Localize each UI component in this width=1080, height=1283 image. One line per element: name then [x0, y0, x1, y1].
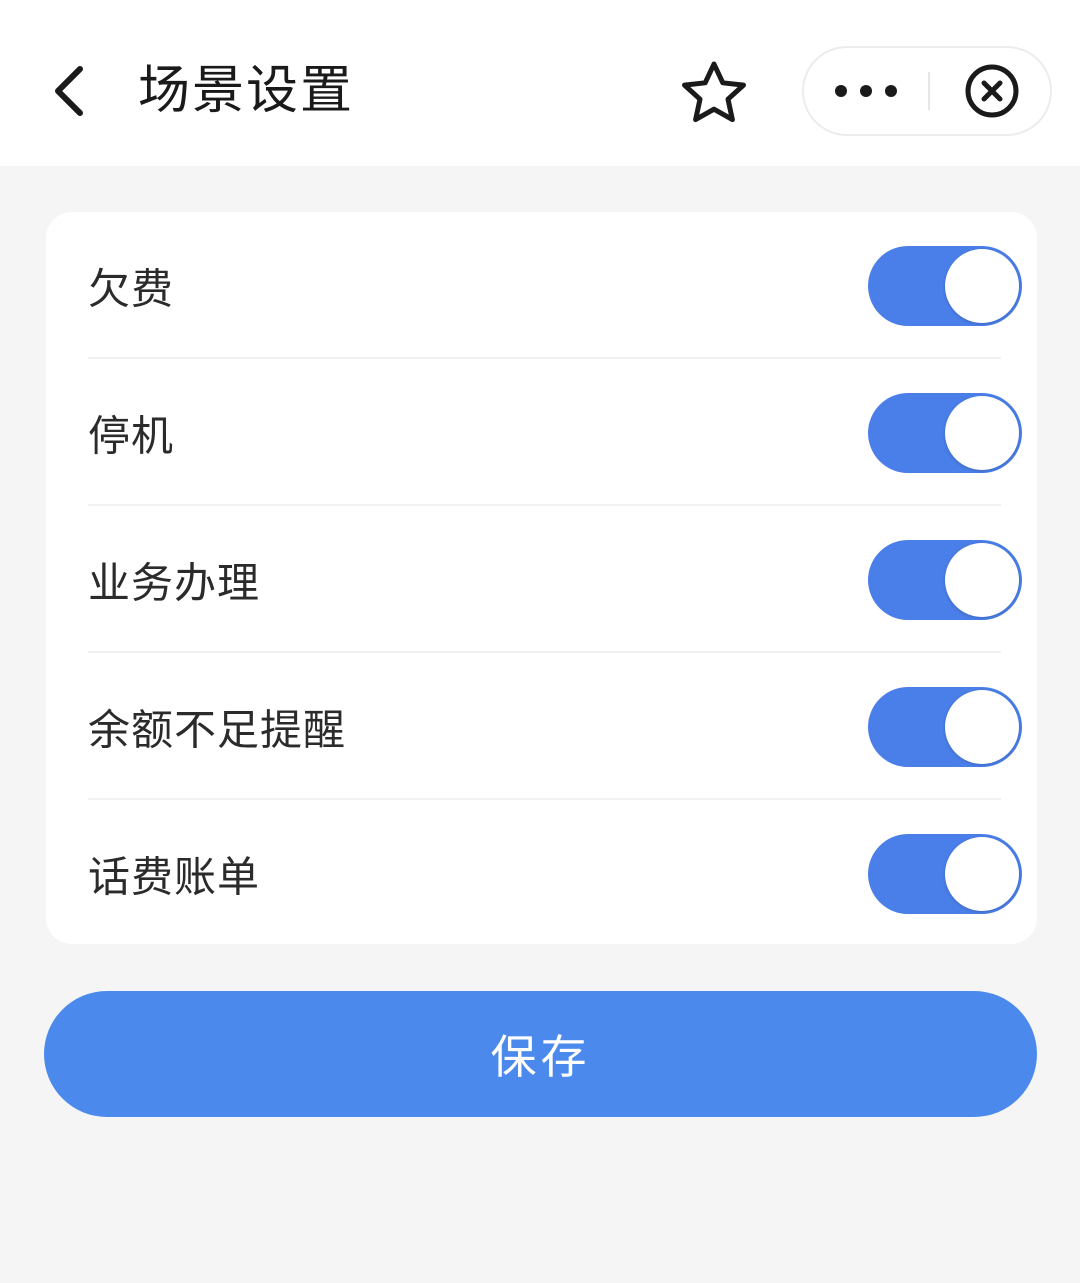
- toggle-knob: [945, 689, 1019, 764]
- toggle-knob: [945, 248, 1019, 323]
- back-button[interactable]: [40, 55, 100, 127]
- setting-row-phone-bill: 话费账单: [46, 800, 1037, 947]
- chevron-left-icon: [55, 66, 83, 116]
- overdue-toggle[interactable]: [868, 245, 1022, 326]
- suspension-toggle[interactable]: [868, 392, 1022, 473]
- setting-row-overdue: 欠费: [46, 212, 1037, 359]
- setting-row-suspension: 停机: [46, 359, 1037, 506]
- setting-label: 停机: [88, 411, 175, 460]
- toggle-knob: [945, 542, 1019, 617]
- business-toggle[interactable]: [868, 539, 1022, 620]
- setting-label: 业务办理: [88, 558, 261, 607]
- mini-program-capsule: [802, 46, 1052, 136]
- low-balance-toggle[interactable]: [868, 686, 1022, 767]
- setting-row-business: 业务办理: [46, 506, 1037, 653]
- close-circle-icon: [965, 64, 1019, 118]
- navigation-bar: 场景设置: [0, 0, 1080, 166]
- page-title: 场景设置: [138, 61, 355, 121]
- more-button[interactable]: [804, 48, 928, 134]
- setting-label: 欠费: [88, 264, 175, 313]
- close-button[interactable]: [930, 48, 1054, 134]
- setting-label: 话费账单: [88, 852, 261, 901]
- setting-label: 余额不足提醒: [88, 705, 347, 754]
- more-dots-icon: [835, 85, 897, 97]
- settings-card: 欠费 停机 业务办理 余额不足提醒 话费账单: [46, 212, 1037, 944]
- toggle-knob: [945, 395, 1019, 470]
- setting-row-low-balance: 余额不足提醒: [46, 653, 1037, 800]
- toggle-knob: [945, 836, 1019, 911]
- phone-bill-toggle[interactable]: [868, 833, 1022, 914]
- favorite-button[interactable]: [676, 56, 752, 132]
- star-outline-icon: [682, 61, 746, 123]
- save-button[interactable]: 保存: [44, 991, 1037, 1117]
